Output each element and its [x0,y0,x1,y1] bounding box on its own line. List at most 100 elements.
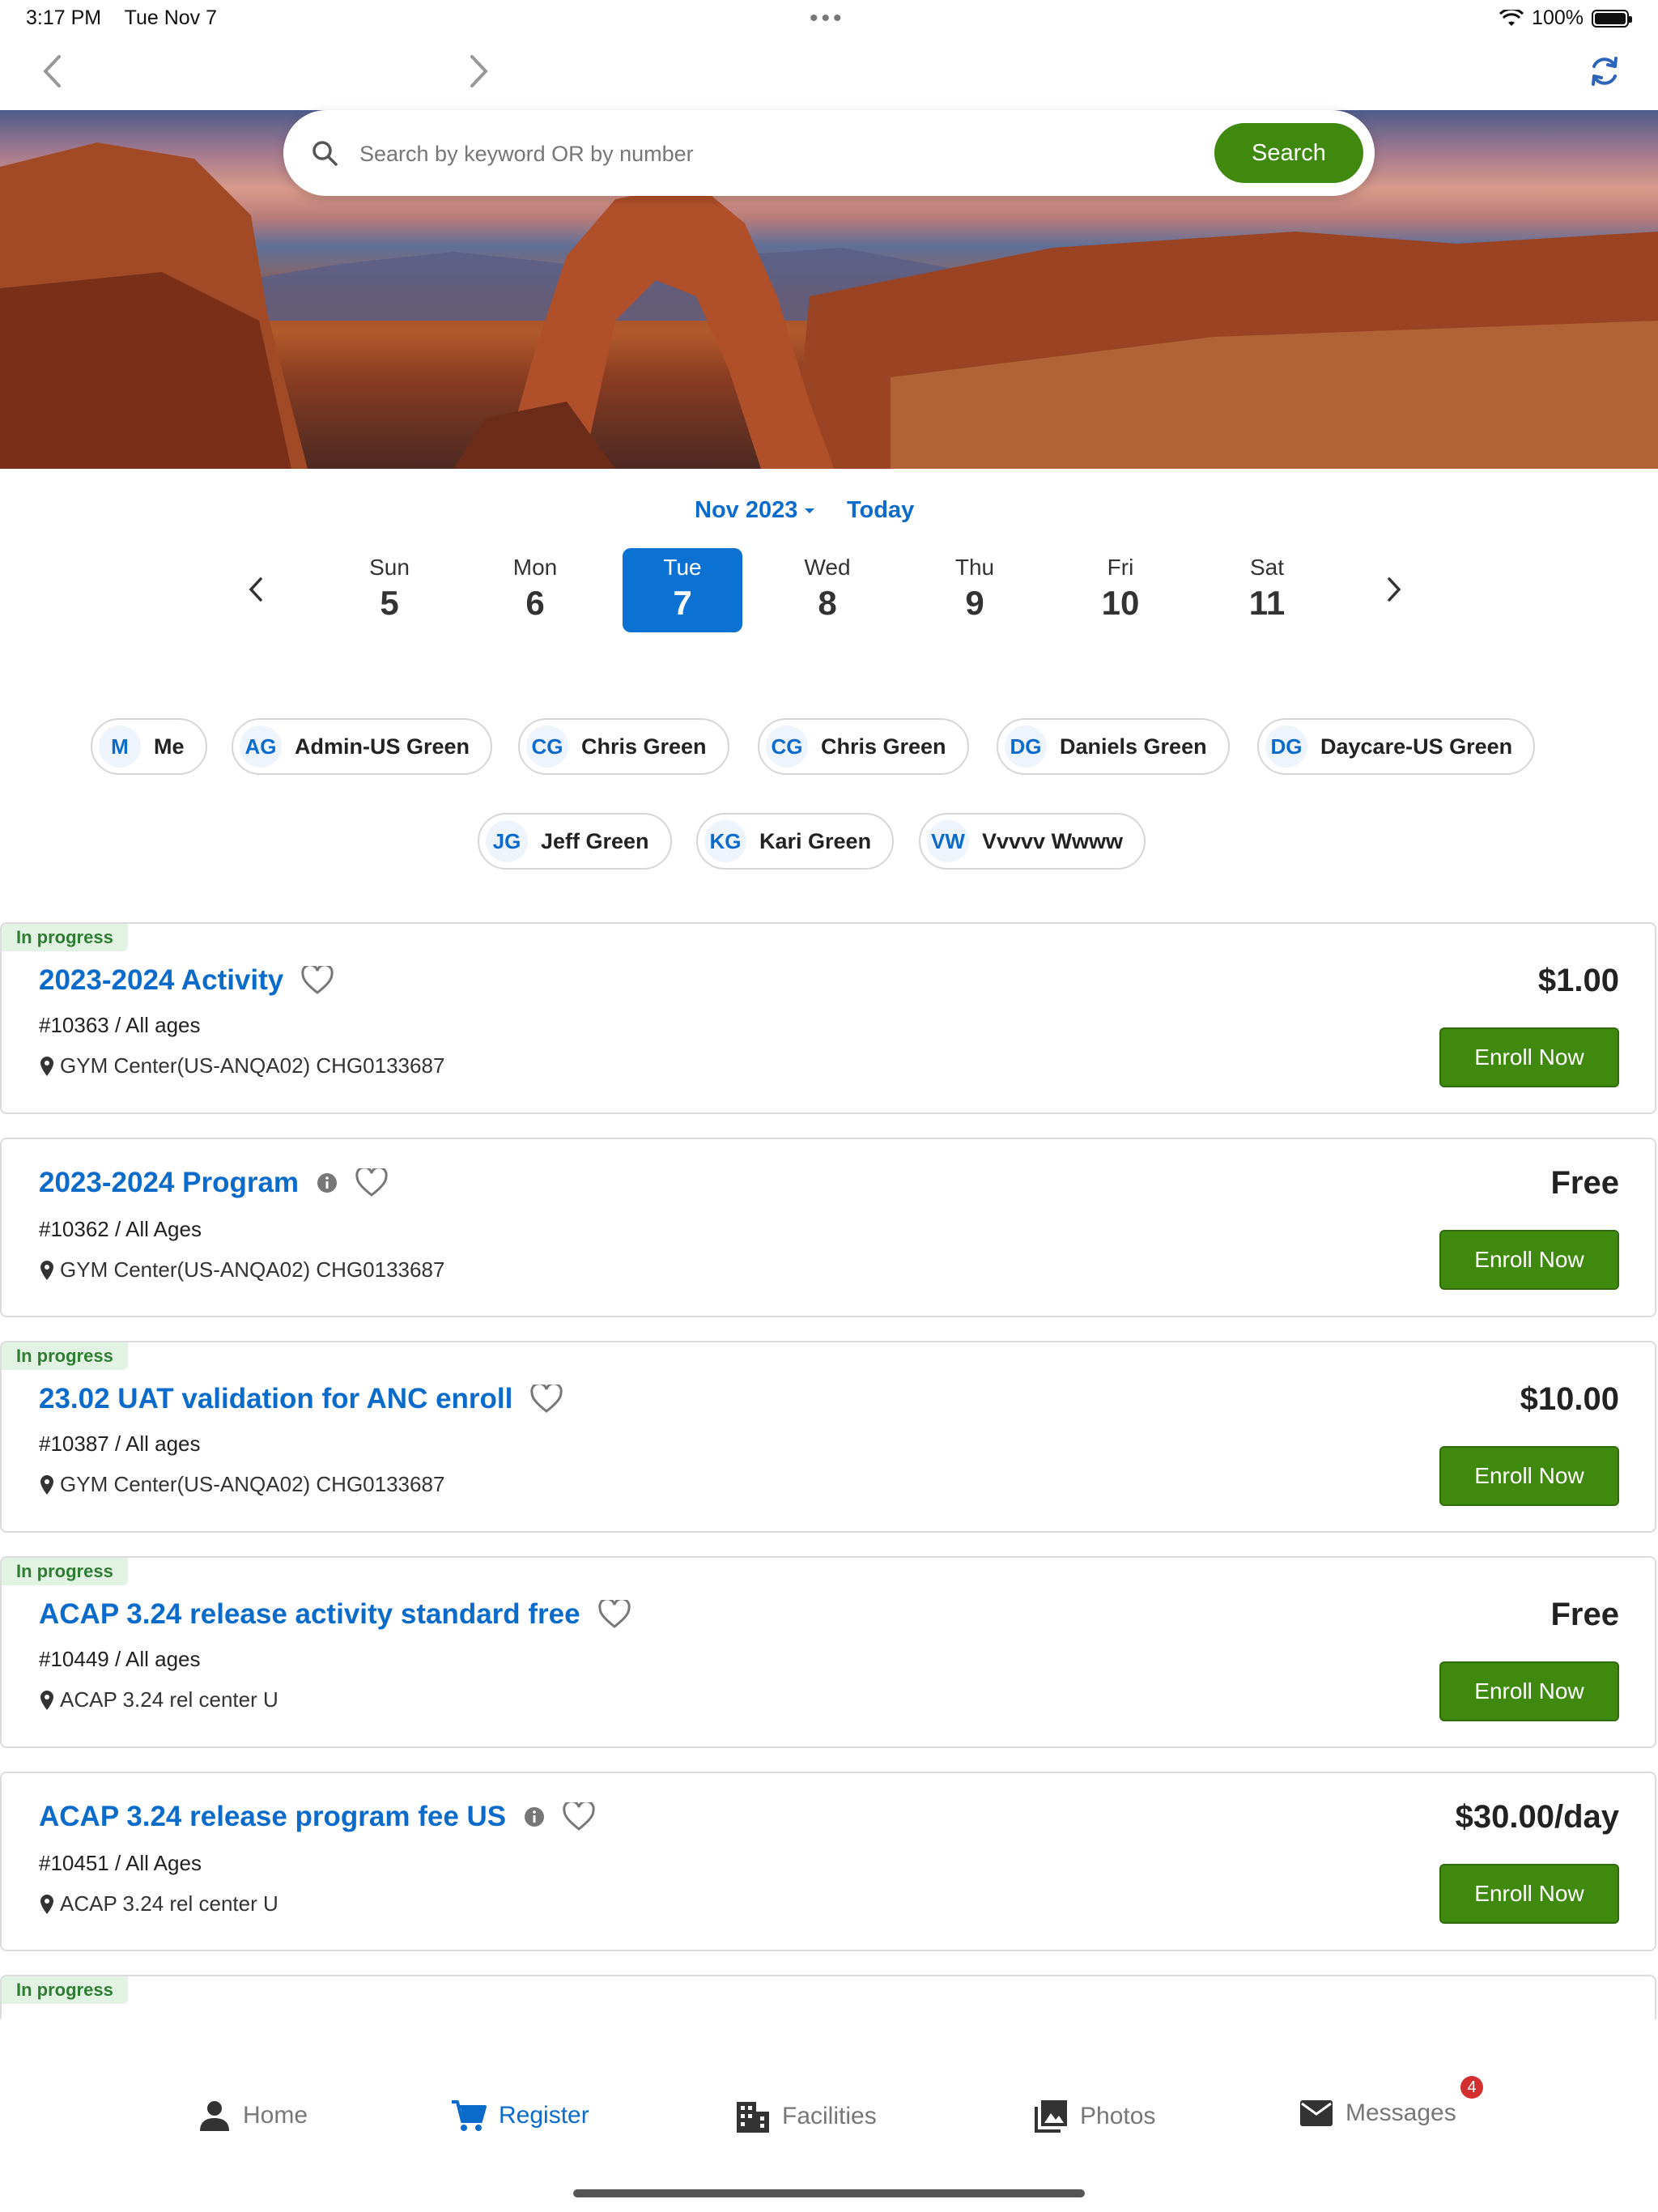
activity-card[interactable]: ACAP 3.24 release program fee US #10451 … [0,1772,1656,1951]
day-tue-selected[interactable]: Tue 7 [623,548,742,632]
participant-initials: CG [526,725,568,768]
cart-icon [452,2100,487,2131]
participant-chip[interactable]: JG Jeff Green [478,813,672,870]
tab-register[interactable]: Register [450,2099,589,2133]
enroll-now-button[interactable]: Enroll Now [1439,1864,1619,1924]
building-icon [737,2102,769,2133]
heart-icon[interactable] [530,1385,563,1414]
heart-icon[interactable] [563,1802,595,1831]
day-sun[interactable]: Sun 5 [329,548,449,632]
status-badge: In progress [2,1558,128,1585]
info-icon[interactable] [317,1172,338,1193]
activity-card[interactable]: 2023-2024 Program #10362 / All Ages GYM … [0,1138,1656,1317]
search-button[interactable]: Search [1214,123,1363,183]
activity-meta: #10387 / All ages [39,1431,201,1456]
day-name: Tue [663,555,702,580]
day-date: 5 [380,584,399,622]
activity-location: ACAP 3.24 rel center U [39,1891,278,1916]
tab-facilities[interactable]: Facilities [735,2099,877,2134]
participant-chip[interactable]: CG Chris Green [758,718,969,775]
tab-home[interactable]: Home [198,2099,308,2133]
search-input[interactable] [358,125,1171,183]
home-indicator[interactable] [573,2189,1085,2197]
forward-button[interactable] [455,47,504,96]
person-icon [200,2101,229,2131]
month-selector[interactable]: Nov 2023 [695,497,815,524]
enroll-now-button[interactable]: Enroll Now [1439,1230,1619,1290]
tab-photos[interactable]: Photos [1033,2099,1155,2134]
participant-chip[interactable]: CG Chris Green [518,718,729,775]
prev-week-button[interactable] [248,576,264,606]
enroll-now-button[interactable]: Enroll Now [1439,1661,1619,1721]
participant-name: Daniels Green [1060,734,1207,759]
participant-chip[interactable]: AG Admin-US Green [232,718,493,775]
heart-icon[interactable] [301,966,334,995]
participant-chip[interactable]: DG Daniels Green [997,718,1230,775]
participant-chip[interactable]: KG Kari Green [696,813,895,870]
day-name: Sat [1249,555,1285,580]
activity-location: GYM Center(US-ANQA02) CHG0133687 [39,1472,444,1497]
heart-icon[interactable] [597,1600,631,1629]
activity-price: Free [1550,1597,1620,1632]
activity-card[interactable]: In progress 2023-2024 Activity #10363 / … [0,922,1656,1114]
activity-meta: #10449 / All ages [39,1647,201,1671]
day-date: 10 [1101,584,1140,622]
day-wed[interactable]: Wed 8 [767,548,887,632]
participant-initials: M [99,725,141,768]
day-mon[interactable]: Mon 6 [475,548,595,632]
location-pin-icon [40,1260,53,1280]
day-fri[interactable]: Fri 10 [1061,548,1180,632]
location-pin-icon [40,1056,53,1076]
refresh-button[interactable] [1580,47,1629,96]
activity-title[interactable]: 2023-2024 Program [39,1167,388,1199]
activity-card[interactable]: In progress ACAP 3.24 release activity s… [0,1556,1656,1748]
tab-home-label: Home [243,2102,308,2129]
activity-location-text: ACAP 3.24 rel center U [60,1891,278,1916]
activity-title[interactable]: 23.02 UAT validation for ANC enroll [39,1383,563,1415]
participant-name: Daycare-US Green [1320,734,1513,759]
tab-messages[interactable]: Messages [1299,2099,1456,2128]
enroll-now-button[interactable]: Enroll Now [1439,1027,1619,1087]
heart-icon[interactable] [355,1168,388,1197]
activity-card[interactable]: In progress 23.02 UAT validation for ANC… [0,1341,1656,1533]
day-thu[interactable]: Thu 9 [915,548,1035,632]
month-label: Nov 2023 [695,497,798,523]
activity-title[interactable]: ACAP 3.24 release activity standard free [39,1598,631,1631]
participant-initials: VW [927,820,969,862]
today-button[interactable]: Today [847,497,914,524]
activity-meta: #10363 / All ages [39,1013,201,1037]
activity-title-text: ACAP 3.24 release program fee US [39,1801,507,1832]
participant-chip[interactable]: VW Vvvvv Wwww [919,813,1146,870]
activity-title[interactable]: ACAP 3.24 release program fee US [39,1801,595,1833]
day-name: Fri [1107,555,1134,580]
status-badge: In progress [2,1976,128,2004]
day-date: 9 [965,584,984,622]
tab-register-label: Register [499,2102,589,2129]
multitasking-dots-icon[interactable]: ••• [810,5,845,32]
next-week-button[interactable] [1386,576,1402,606]
participant-chip[interactable]: M Me [91,718,207,775]
search-bar: Search [283,110,1375,196]
activity-title[interactable]: 2023-2024 Activity [39,964,334,997]
chevron-right-icon [1388,577,1401,602]
activity-location-text: GYM Center(US-ANQA02) CHG0133687 [60,1472,445,1496]
day-date: 6 [525,584,545,622]
back-button[interactable] [28,47,76,96]
chevron-left-icon [43,55,61,87]
status-badge: In progress [2,1342,128,1370]
status-badge: In progress [2,924,128,951]
enroll-now-button[interactable]: Enroll Now [1439,1446,1619,1506]
participant-initials: DG [1265,725,1307,768]
participant-chip[interactable]: DG Daycare-US Green [1257,718,1536,775]
participant-name: Admin-US Green [295,734,470,759]
activity-price: $1.00 [1537,963,1619,998]
info-icon[interactable] [524,1806,545,1827]
participant-name: Vvvvv Wwww [982,828,1124,853]
day-name: Thu [954,555,995,580]
battery-icon [1592,9,1632,28]
participant-initials: AG [240,725,282,768]
participant-name: Chris Green [821,734,946,759]
day-date: 11 [1248,584,1286,622]
photos-icon [1035,2100,1067,2133]
day-sat[interactable]: Sat 11 [1207,548,1327,632]
